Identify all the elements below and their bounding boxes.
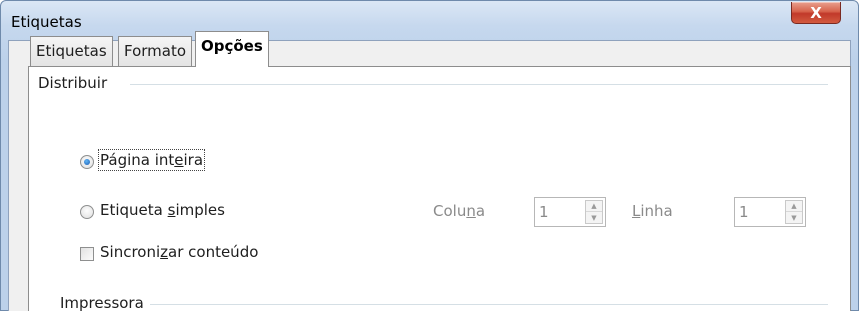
impressora-header: Impressora: [38, 294, 838, 311]
spin-down-icon[interactable]: ▼: [786, 212, 802, 223]
tab-etiquetas[interactable]: Etiquetas: [30, 36, 113, 66]
radio-full-page-label[interactable]: Página inteira: [97, 149, 206, 171]
tab-panel-opcoes: Distribuir: [28, 66, 851, 311]
label-text: inha: [640, 202, 673, 220]
row-label: Linha: [632, 202, 673, 220]
radio-full-page[interactable]: [80, 155, 94, 169]
label-text: Sincroni: [100, 243, 161, 261]
spin-up-icon[interactable]: ▲: [586, 201, 602, 212]
tab-opcoes[interactable]: Opções: [195, 31, 269, 67]
column-value: 1: [539, 203, 549, 221]
column-spinner[interactable]: 1 ▲ ▼: [534, 197, 606, 227]
spin-buttons: ▲ ▼: [785, 200, 803, 224]
sync-content-label[interactable]: Sincronizar conteúdo: [100, 243, 258, 261]
label-text: Colu: [433, 202, 467, 220]
sync-content-checkbox[interactable]: [80, 247, 94, 261]
label-text: ar conteúdo: [168, 243, 259, 261]
label-text: a: [475, 202, 486, 220]
label-text: Página int: [100, 151, 175, 169]
label-text: ira: [183, 151, 204, 169]
spin-up-icon[interactable]: ▲: [786, 201, 802, 212]
close-button[interactable]: X: [791, 2, 841, 24]
row-spinner[interactable]: 1 ▲ ▼: [734, 197, 806, 227]
mnemonic: e: [174, 151, 184, 169]
window-title: Etiquetas: [11, 13, 82, 31]
spin-buttons: ▲ ▼: [585, 200, 603, 224]
tab-label: Opções: [201, 37, 263, 55]
distribuir-title: Distribuir: [38, 74, 114, 92]
distribuir-header: Distribuir: [38, 74, 838, 94]
label-text: Etiqueta: [100, 201, 168, 219]
column-label: Coluna: [433, 202, 485, 220]
mnemonic: z: [160, 243, 169, 261]
spin-down-icon[interactable]: ▼: [586, 212, 602, 223]
close-icon: X: [810, 3, 822, 22]
distribuir-divider: [130, 84, 828, 85]
impressora-title: Impressora: [60, 294, 150, 311]
label-text: imples: [175, 201, 225, 219]
row-value: 1: [739, 203, 749, 221]
mnemonic: n: [466, 202, 476, 220]
radio-single-label-label[interactable]: Etiqueta simples: [100, 201, 225, 219]
radio-single-label[interactable]: [80, 205, 94, 219]
impressora-divider: [148, 304, 828, 305]
tab-label: Etiquetas: [36, 42, 107, 60]
tab-label: Formato: [124, 42, 187, 60]
tab-formato[interactable]: Formato: [118, 36, 193, 66]
